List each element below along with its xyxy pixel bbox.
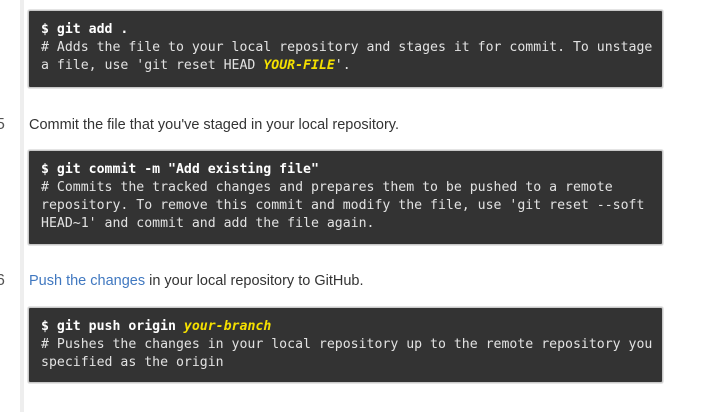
code-block-git-push: $ git push origin your-branch # Pushes t… — [28, 307, 663, 383]
step-number-6: 6 — [0, 273, 5, 289]
code-block-git-commit: $ git commit -m "Add existing file" # Co… — [28, 150, 663, 245]
placeholder-your-file: YOUR-FILE — [263, 58, 335, 73]
placeholder-your-branch: your-branch — [183, 319, 272, 334]
step-5-text: Commit the file that you've staged in yo… — [29, 117, 400, 133]
command-line: $ git push origin your-branch — [41, 319, 272, 334]
comment-line: a file, use 'git reset HEAD YOUR-FILE'. — [41, 58, 351, 73]
step-number-5: 5 — [0, 117, 5, 133]
comment-line: repository. To remove this commit and mo… — [41, 198, 645, 213]
command-line: $ git commit -m "Add existing file" — [41, 162, 319, 177]
step-sidebar-line — [20, 0, 24, 412]
push-changes-link[interactable]: Push the changes — [29, 273, 145, 289]
comment-line: specified as the origin — [41, 355, 224, 370]
comment-line: # Commits the tracked changes and prepar… — [41, 180, 613, 195]
comment-line: # Adds the file to your local repository… — [41, 40, 653, 55]
comment-line: # Pushes the changes in your local repos… — [41, 337, 653, 352]
comment-line: HEAD~1' and commit and add the file agai… — [41, 216, 375, 231]
step-6-text: Push the changes in your local repositor… — [29, 273, 364, 289]
command-line: $ git add . — [41, 22, 129, 37]
code-block-git-add: $ git add . # Adds the file to your loca… — [28, 10, 663, 88]
